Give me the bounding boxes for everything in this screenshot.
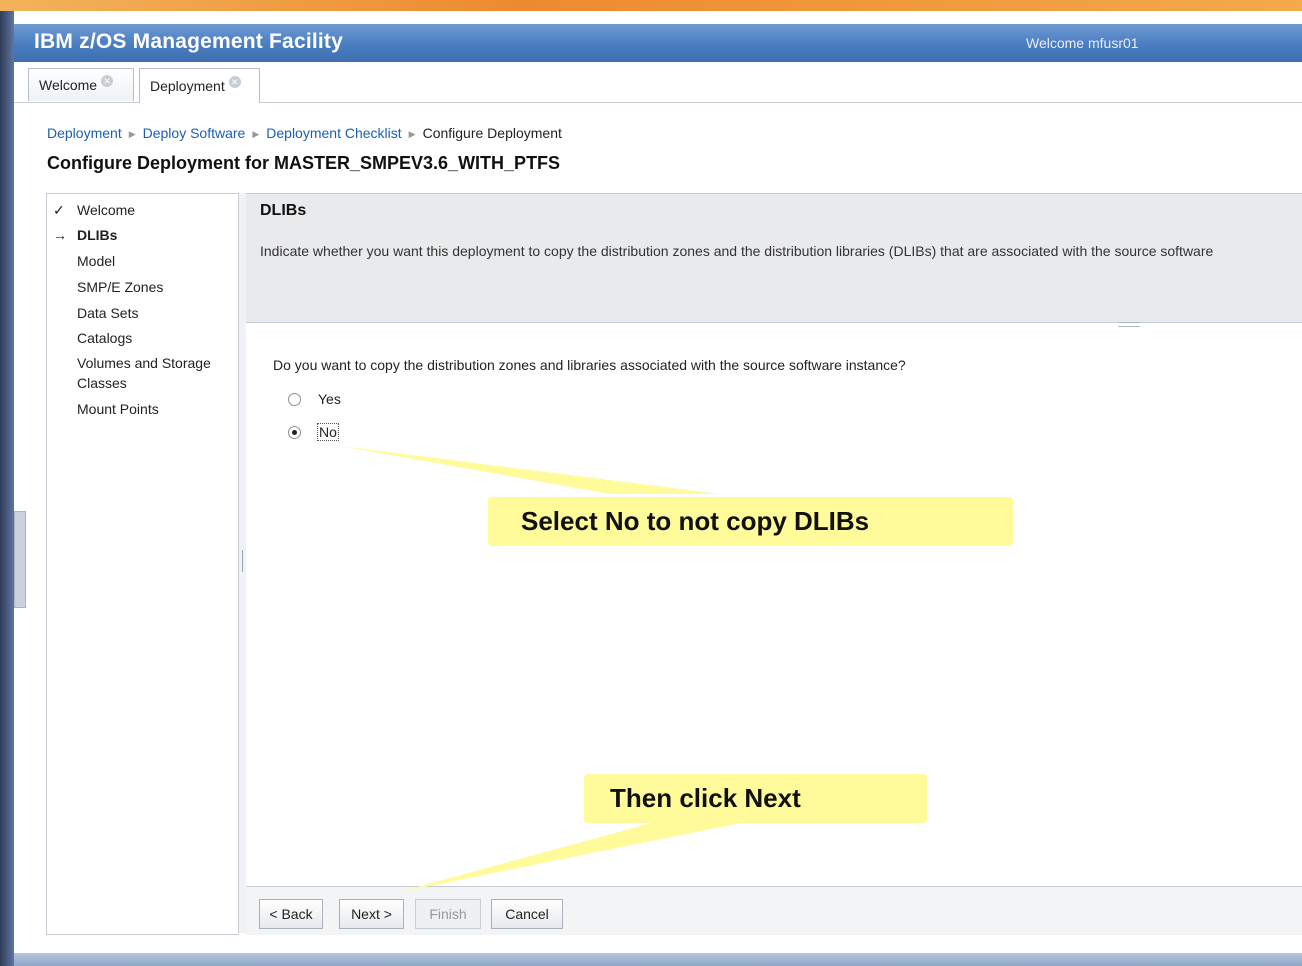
question-text: Do you want to copy the distribution zon… <box>273 357 906 373</box>
side-panel-grip[interactable] <box>14 511 26 608</box>
wizard-nav-label: DLIBs <box>77 227 118 243</box>
wizard-nav-item-catalogs[interactable]: Catalogs <box>77 328 132 348</box>
wizard-nav-label: Welcome <box>77 202 136 218</box>
cancel-button[interactable]: Cancel <box>491 899 563 929</box>
breadcrumb-link-deployment[interactable]: Deployment <box>47 125 122 141</box>
chevron-right-icon: ▶ <box>252 129 260 139</box>
window-bottom-bar <box>14 953 1302 966</box>
wizard-nav-label-line2: Classes <box>77 375 127 391</box>
radio-yes[interactable] <box>288 392 301 406</box>
radio-no[interactable] <box>288 425 301 439</box>
wizard-nav-item-smpe-zones[interactable]: SMP/E Zones <box>77 277 163 297</box>
close-icon[interactable]: ✕ <box>228 76 241 88</box>
arrow-right-icon: → <box>53 227 67 243</box>
wizard-nav-item-data-sets[interactable]: Data Sets <box>77 303 138 323</box>
wizard-button-bar: < Back Next > Finish Cancel <box>246 886 1302 935</box>
callout-click-next: Then click Next <box>584 774 927 823</box>
wizard-nav: ✓ Welcome → DLIBs Model SMP/E Zones Data… <box>46 193 239 935</box>
page-title: Configure Deployment for MASTER_SMPEV3.6… <box>47 153 561 173</box>
description-resize-handle[interactable] <box>1118 322 1140 327</box>
splitter-grip[interactable] <box>242 550 243 572</box>
panel-description: Indicate whether you want this deploymen… <box>260 243 1214 259</box>
window-left-frame <box>0 11 26 966</box>
wizard-nav-item-dlibs[interactable]: → DLIBs <box>53 225 118 245</box>
wizard-nav-item-model[interactable]: Model <box>77 251 115 271</box>
tab-label: Welcome <box>39 77 98 93</box>
back-button[interactable]: < Back <box>259 899 323 929</box>
tab-deployment[interactable]: Deployment ✕ <box>139 68 260 103</box>
breadcrumb: Deployment ▶ Deploy Software ▶ Deployment Ch… <box>47 125 562 141</box>
app-header: IBM z/OS Management Facility Welcome mfu… <box>14 24 1302 62</box>
tab-welcome[interactable]: Welcome ✕ <box>28 68 134 101</box>
breadcrumb-link-deployment-checklist[interactable]: Deployment Checklist <box>266 125 401 141</box>
wizard-nav-item-mount-points[interactable]: Mount Points <box>77 399 159 419</box>
tab-bar: Welcome ✕ Deployment ✕ <box>14 62 1302 103</box>
option-no[interactable]: No <box>288 423 339 441</box>
next-button[interactable]: Next > <box>339 899 404 929</box>
tab-label: Deployment <box>150 78 225 94</box>
app-title: IBM z/OS Management Facility <box>34 30 343 53</box>
close-icon[interactable]: ✕ <box>101 75 114 87</box>
panel-title: DLIBs <box>260 202 307 219</box>
wizard-nav-item-welcome[interactable]: ✓ Welcome <box>53 200 136 220</box>
chevron-right-icon: ▶ <box>128 129 136 139</box>
breadcrumb-link-deploy-software[interactable]: Deploy Software <box>143 125 246 141</box>
option-yes[interactable]: Yes <box>288 391 341 407</box>
radio-no-label[interactable]: No <box>317 423 339 441</box>
chevron-right-icon: ▶ <box>408 129 416 139</box>
callout-select-no: Select No to not copy DLIBs <box>488 497 1013 546</box>
top-accent-band <box>0 0 1302 11</box>
welcome-user-text: Welcome mfusr01 <box>1026 35 1139 51</box>
finish-button: Finish <box>415 899 481 929</box>
checkmark-icon: ✓ <box>53 202 65 218</box>
description-area: DLIBs Indicate whether you want this dep… <box>246 194 1302 323</box>
wizard-nav-item-volumes[interactable]: Volumes and Storage Classes <box>77 353 211 393</box>
breadcrumb-current: Configure Deployment <box>422 125 562 141</box>
radio-yes-label[interactable]: Yes <box>318 391 341 407</box>
wizard-nav-label-line1: Volumes and Storage <box>77 355 211 371</box>
